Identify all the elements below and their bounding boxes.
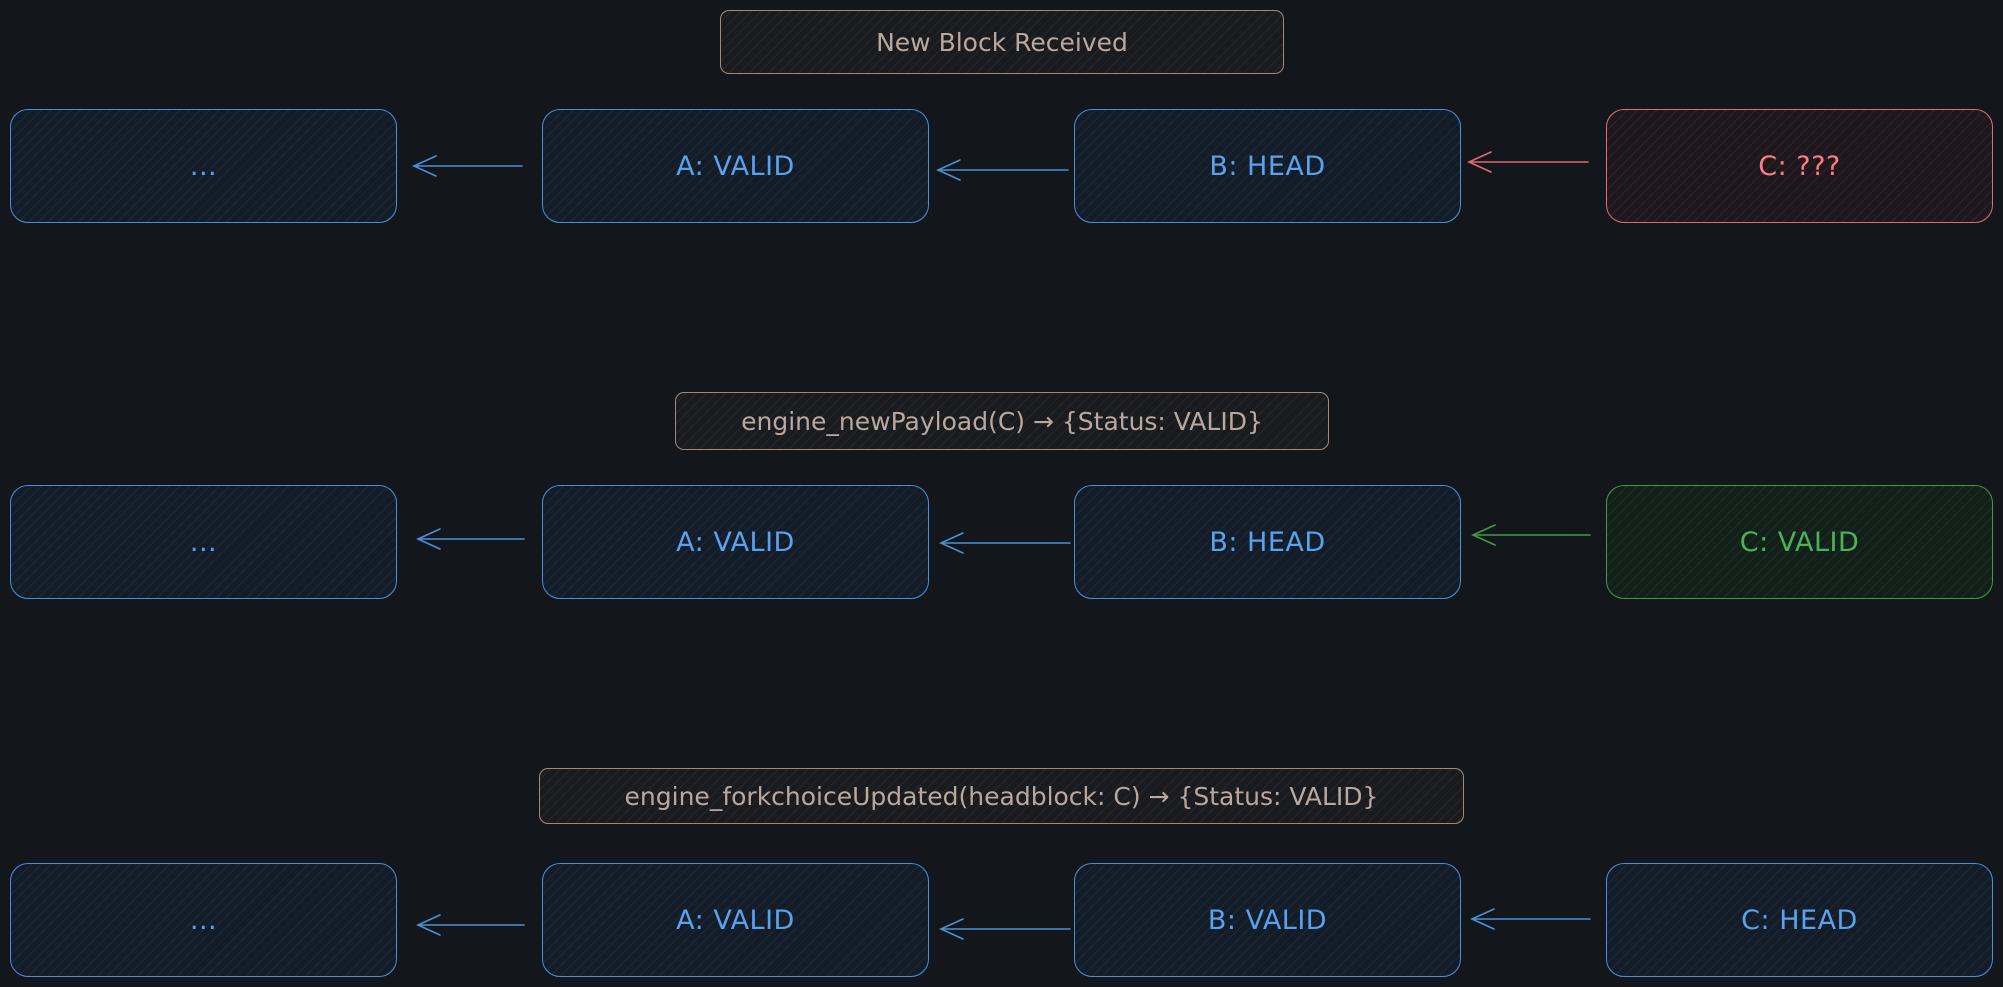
arrow-left-icon <box>412 155 523 177</box>
arrow-left-icon <box>939 532 1071 554</box>
arrow-left-icon <box>936 159 1069 181</box>
arrow-left-icon <box>939 918 1071 940</box>
arrow-left-icon <box>1467 151 1589 173</box>
arrow-left-icon <box>416 528 525 550</box>
arrow-left-icon <box>1470 908 1591 930</box>
arrow-left-icon <box>416 914 525 936</box>
parent-link-arrows <box>412 151 1591 940</box>
block-chain-diagram: New Block Received ... A: VALID B: HEAD … <box>0 0 2003 987</box>
arrow-left-icon <box>1471 524 1591 546</box>
